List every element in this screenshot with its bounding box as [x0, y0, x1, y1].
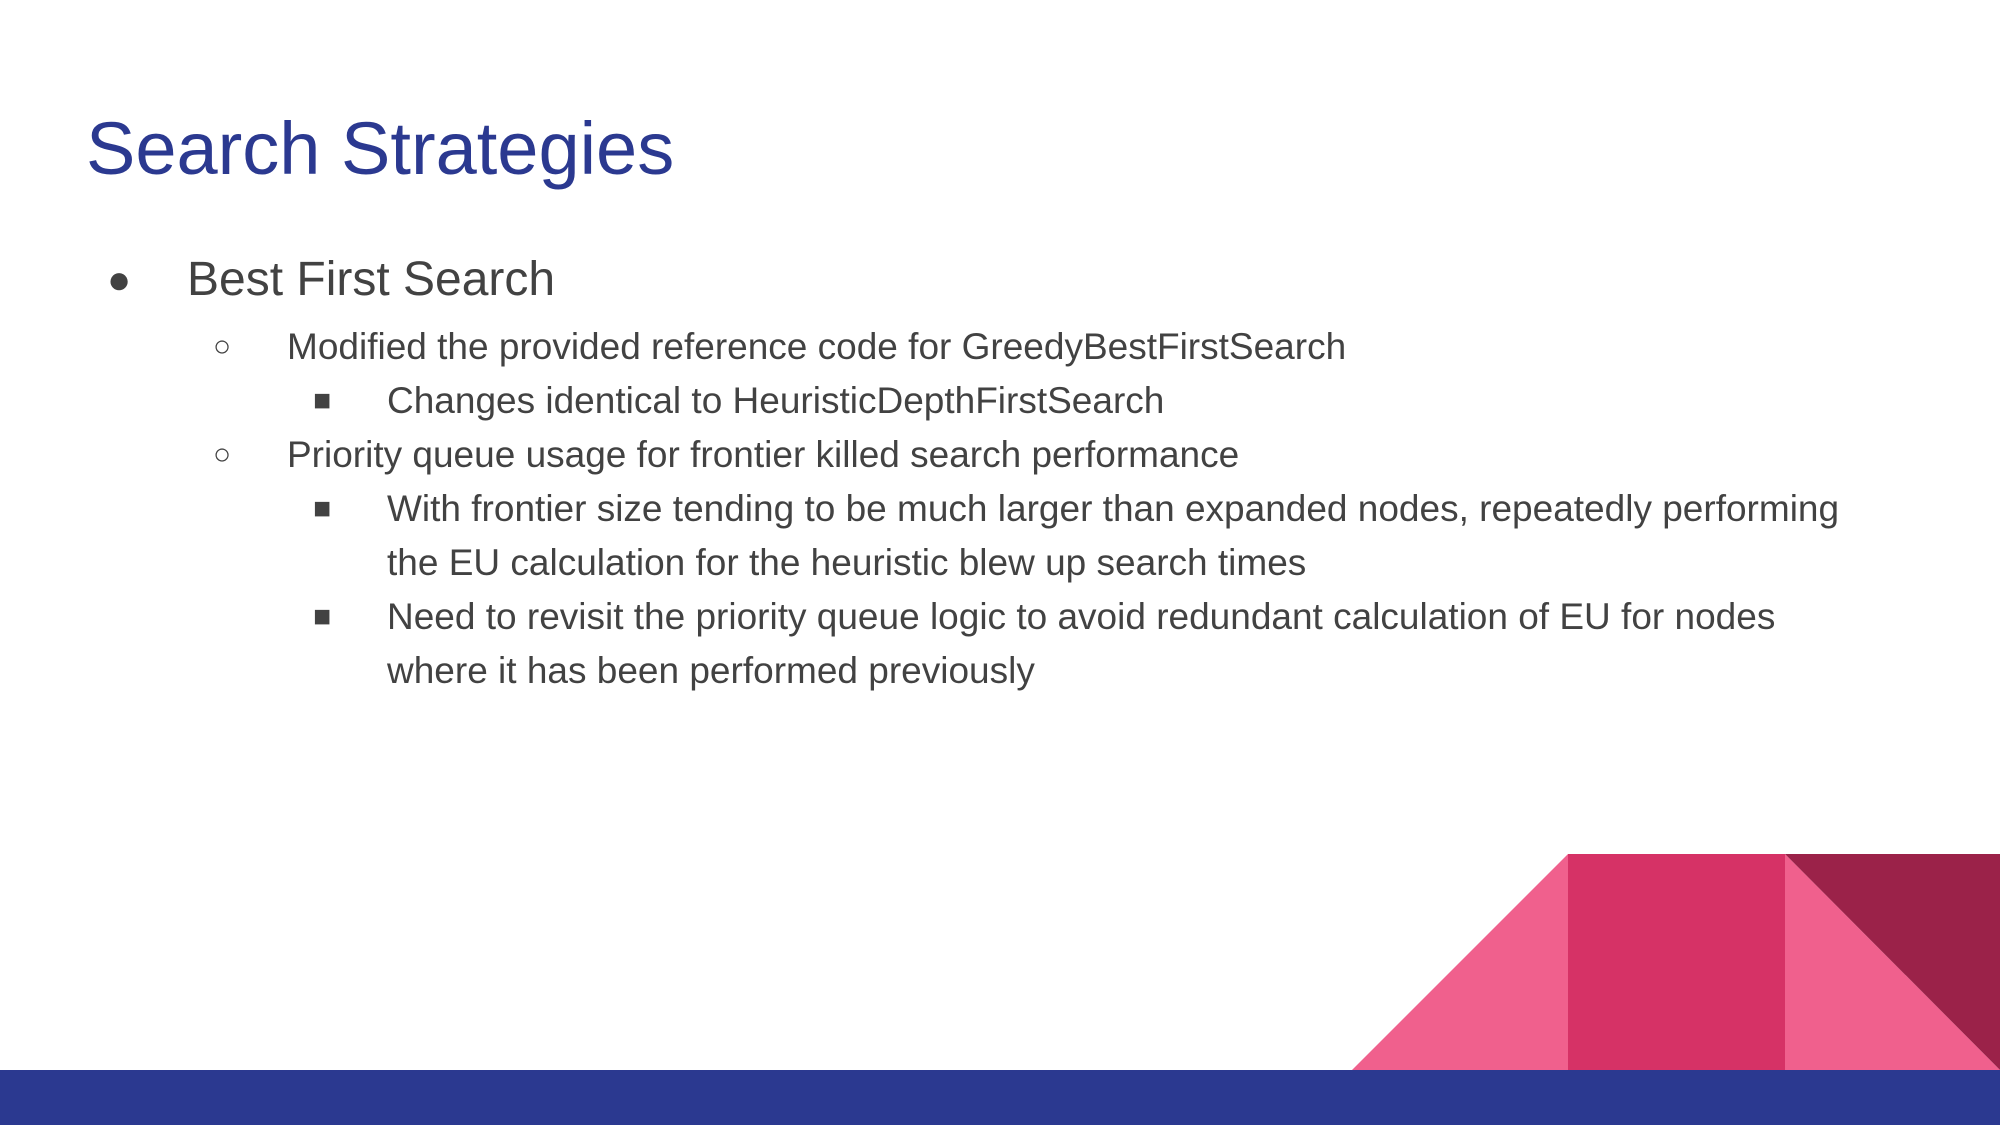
bullet-text: Best First Search — [187, 253, 556, 306]
bullet-level3: ■ Changes identical to HeuristicDepthFir… — [313, 374, 1165, 428]
bullet-level2: ○ Priority queue usage for frontier kill… — [213, 428, 1240, 482]
slide: Search Strategies ● Best First Search ○ … — [0, 0, 2000, 1125]
maroon-triangle — [1785, 854, 2000, 1070]
bullet-circle-icon: ○ — [213, 438, 232, 471]
bullet-text-line: Need to revisit the priority queue logic… — [387, 596, 1776, 637]
bullet-square-icon: ■ — [313, 600, 332, 633]
bullet-level3: ■ Need to revisit the priority queue log… — [313, 590, 1776, 698]
bullet-text-line: With frontier size tending to be much la… — [387, 488, 1840, 529]
pink-triangle-right — [1785, 854, 2000, 1070]
footer-bar — [0, 1070, 2000, 1125]
bullet-square-icon: ■ — [313, 384, 332, 417]
pink-triangle-left — [1352, 854, 1568, 1070]
bullet-disc-icon: ● — [107, 258, 132, 302]
bullet-level3: ■ With frontier size tending to be much … — [313, 482, 1840, 590]
bullet-text: Modified the provided reference code for… — [287, 326, 1347, 367]
bullet-text: Changes identical to HeuristicDepthFirst… — [387, 380, 1165, 421]
bullet-level2: ○ Modified the provided reference code f… — [213, 320, 1347, 374]
bullet-text-line: the EU calculation for the heuristic ble… — [387, 542, 1307, 583]
bullet-text-line: where it has been performed previously — [387, 650, 1035, 691]
bullet-level1: ● Best First Search — [107, 250, 556, 310]
slide-title: Search Strategies — [86, 107, 675, 190]
bullet-circle-icon: ○ — [213, 330, 232, 363]
pink-block-middle — [1568, 854, 1785, 1070]
bullet-text: Priority queue usage for frontier killed… — [287, 434, 1240, 475]
bullet-square-icon: ■ — [313, 492, 332, 525]
